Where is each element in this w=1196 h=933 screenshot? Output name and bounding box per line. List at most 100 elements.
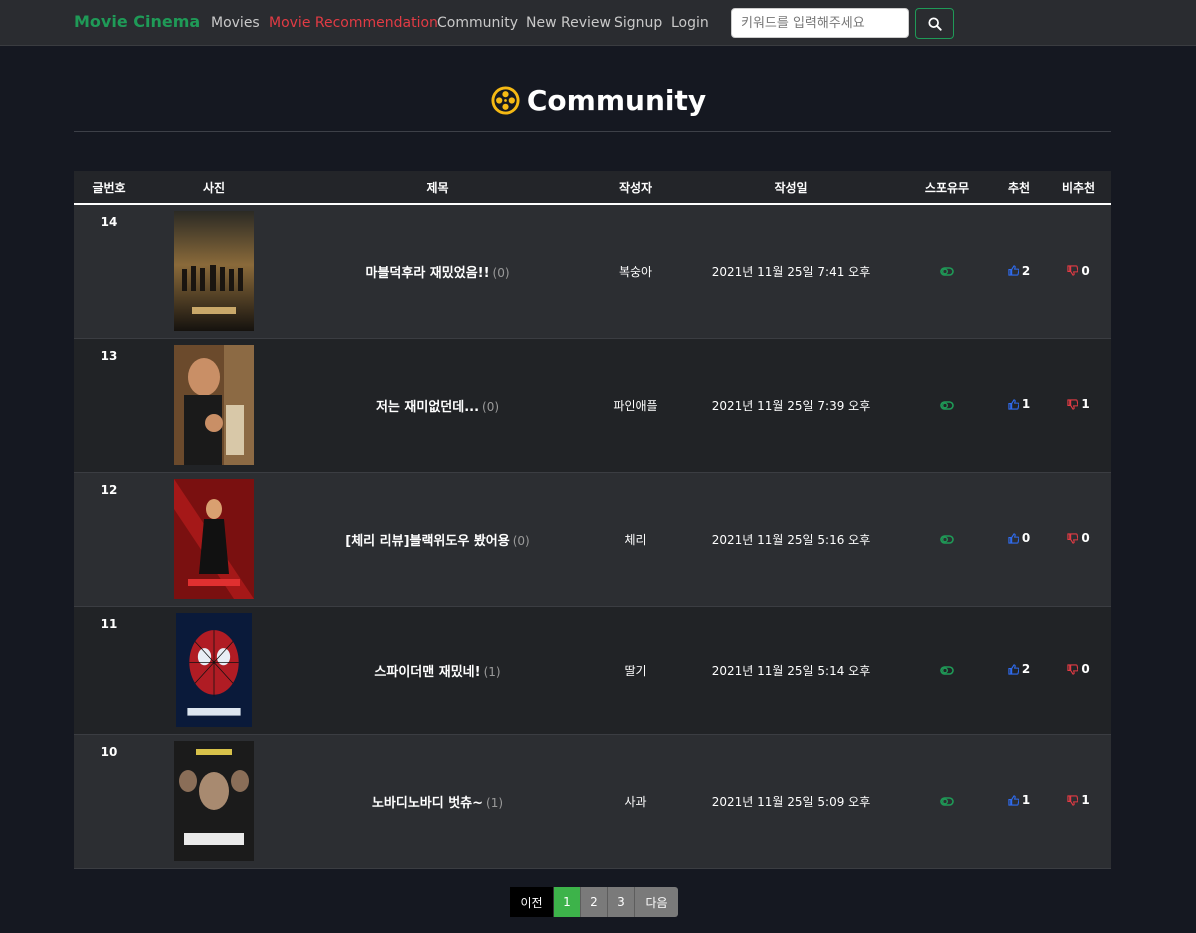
header-dislikes: 비추천 <box>1046 171 1111 205</box>
movie-poster-image[interactable] <box>174 211 254 332</box>
pagination-next-button[interactable]: 다음 <box>635 887 678 917</box>
poster-cell <box>144 472 284 607</box>
spoiler-cell <box>902 204 992 339</box>
dislike-cell[interactable]: 1 <box>1046 338 1111 473</box>
like-count: 2 <box>1021 662 1031 677</box>
post-title-cell[interactable]: [체리 리뷰]블랙위도우 봤어용 (0) <box>284 472 591 607</box>
like-cell[interactable]: 2 <box>992 204 1046 339</box>
post-title-cell[interactable]: 저는 재미없던데... (0) <box>284 338 591 473</box>
header-title: 제목 <box>284 171 591 205</box>
page-header: Community <box>0 84 1196 120</box>
brand-logo[interactable]: Movie Cinema <box>74 12 200 31</box>
spoiler-toggle-icon <box>940 401 954 410</box>
thumbs-down-icon <box>1067 265 1079 276</box>
post-author: 파인애플 <box>591 338 680 473</box>
nav-link-movies[interactable]: Movies <box>211 15 260 31</box>
table-row[interactable]: 12 [체리 리뷰]블랙위도우 봤어용 (0) 체리 2021년 11월 25일 … <box>74 472 1111 607</box>
thumbs-down-icon <box>1067 664 1079 675</box>
header-likes: 추천 <box>992 171 1046 205</box>
post-date: 2021년 11월 25일 5:14 오후 <box>680 606 902 735</box>
post-title[interactable]: 마블덕후라 재밌었음!! <box>365 266 489 281</box>
post-author: 체리 <box>591 472 680 607</box>
thumbs-up-icon <box>1008 533 1019 544</box>
search-input[interactable] <box>731 8 909 38</box>
like-count: 1 <box>1021 793 1031 808</box>
search-button[interactable] <box>915 8 954 39</box>
post-title[interactable]: 저는 재미없던데... <box>376 400 479 415</box>
post-title[interactable]: 노바디노바디 벗츄~ <box>372 796 483 811</box>
poster-cell <box>144 338 284 473</box>
dislike-count: 1 <box>1081 793 1090 808</box>
header-date: 작성일 <box>680 171 902 205</box>
pagination-page-2[interactable]: 2 <box>581 887 608 917</box>
nav-link-signup[interactable]: Signup <box>614 15 662 31</box>
thumbs-up-icon <box>1008 399 1019 410</box>
movie-poster-image[interactable] <box>174 613 254 727</box>
post-date: 2021년 11월 25일 7:41 오후 <box>680 204 902 339</box>
poster-cell <box>144 606 284 735</box>
thumbs-down-icon <box>1067 399 1079 410</box>
post-title-cell[interactable]: 스파이더맨 재밌네! (1) <box>284 606 591 735</box>
dislike-cell[interactable]: 0 <box>1046 472 1111 607</box>
thumbs-up-icon <box>1008 795 1019 806</box>
movie-poster-image[interactable] <box>174 345 254 465</box>
table-row[interactable]: 14 마블덕후라 재밌었음!! (0) 복숭아 2021년 11월 25일 7:4… <box>74 204 1111 339</box>
title-divider <box>74 131 1111 132</box>
post-date: 2021년 11월 25일 7:39 오후 <box>680 338 902 473</box>
header-post-number: 글번호 <box>74 171 144 205</box>
movie-poster-image[interactable] <box>174 479 254 599</box>
thumbs-up-icon <box>1008 664 1019 675</box>
like-count: 0 <box>1021 531 1031 546</box>
poster-cell <box>144 734 284 869</box>
spoiler-cell <box>902 472 992 607</box>
nav-link-new-review[interactable]: New Review <box>526 15 611 31</box>
dislike-count: 1 <box>1081 397 1090 412</box>
post-title-cell[interactable]: 마블덕후라 재밌었음!! (0) <box>284 204 591 339</box>
post-author: 사과 <box>591 734 680 869</box>
nav-link-movie-recommendation[interactable]: Movie Recommendation <box>269 15 438 31</box>
like-cell[interactable]: 2 <box>992 606 1046 735</box>
like-cell[interactable]: 0 <box>992 472 1046 607</box>
dislike-count: 0 <box>1081 531 1090 546</box>
dislike-cell[interactable]: 1 <box>1046 734 1111 869</box>
post-title[interactable]: [체리 리뷰]블랙위도우 봤어용 <box>345 534 509 549</box>
post-author: 딸기 <box>591 606 680 735</box>
post-date: 2021년 11월 25일 5:16 오후 <box>680 472 902 607</box>
dislike-cell[interactable]: 0 <box>1046 606 1111 735</box>
spoiler-cell <box>902 338 992 473</box>
post-number: 11 <box>74 606 144 735</box>
post-title[interactable]: 스파이더맨 재밌네! <box>374 665 480 680</box>
post-author: 복숭아 <box>591 204 680 339</box>
nav-link-community[interactable]: Community <box>437 15 518 31</box>
post-title-cell[interactable]: 노바디노바디 벗츄~ (1) <box>284 734 591 869</box>
page-title: Community <box>490 84 706 117</box>
spoiler-toggle-icon <box>940 797 954 806</box>
pagination-page-3[interactable]: 3 <box>608 887 635 917</box>
table-row[interactable]: 13 저는 재미없던데... (0) 파인애플 2021년 11월 25일 7:3… <box>74 338 1111 473</box>
table-row[interactable]: 11 스파이더맨 재밌네! (1) 딸기 2021년 11월 25일 5:14 오… <box>74 606 1111 735</box>
post-number: 13 <box>74 338 144 473</box>
pagination-page-1[interactable]: 1 <box>554 887 581 917</box>
table-row[interactable]: 10 노바디노바디 벗츄~ (1) 사과 2021년 11월 25일 5:09 오… <box>74 734 1111 869</box>
table-header-row: 글번호 사진 제목 작성자 작성일 스포유무 추천 비추천 <box>74 171 1111 205</box>
like-count: 2 <box>1021 263 1031 278</box>
comment-count: (0) <box>482 399 500 414</box>
movie-poster-image[interactable] <box>174 741 254 861</box>
pagination-prev-button[interactable]: 이전 <box>510 887 554 917</box>
spoiler-toggle-icon <box>940 666 954 675</box>
poster-cell <box>144 204 284 339</box>
like-cell[interactable]: 1 <box>992 338 1046 473</box>
thumbs-down-icon <box>1067 795 1079 806</box>
header-photo: 사진 <box>144 171 284 205</box>
nav-link-login[interactable]: Login <box>671 15 709 31</box>
header-spoiler: 스포유무 <box>902 171 992 205</box>
pagination: 이전 1 2 3 다음 <box>510 887 678 917</box>
film-reel-icon <box>491 86 520 115</box>
spoiler-toggle-icon <box>940 535 954 544</box>
post-number: 12 <box>74 472 144 607</box>
dislike-count: 0 <box>1081 263 1090 278</box>
dislike-cell[interactable]: 0 <box>1046 204 1111 339</box>
spoiler-cell <box>902 606 992 735</box>
spoiler-cell <box>902 734 992 869</box>
like-cell[interactable]: 1 <box>992 734 1046 869</box>
